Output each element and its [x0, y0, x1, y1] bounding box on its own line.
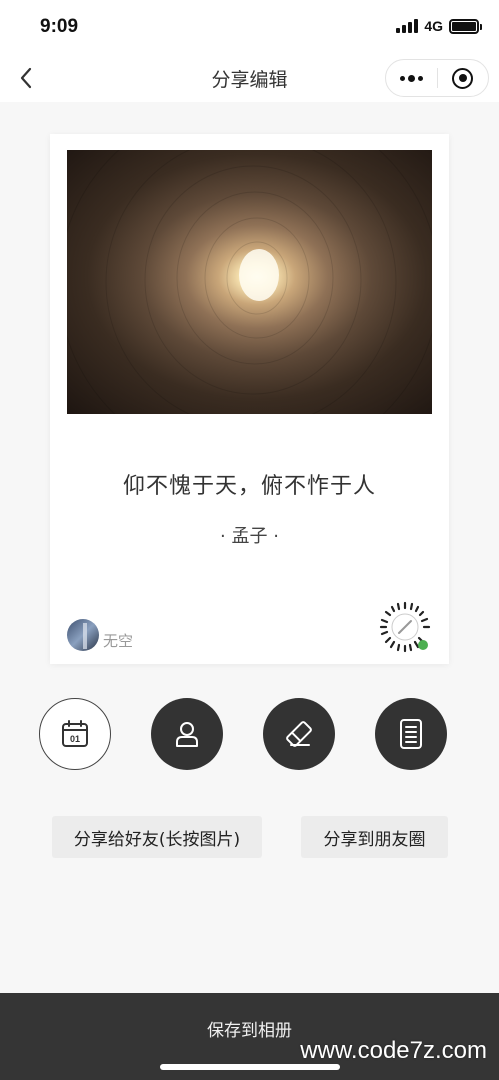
- network-type: 4G: [424, 18, 443, 34]
- eraser-icon: [286, 721, 312, 747]
- mini-program-code-icon: [378, 600, 432, 654]
- calendar-button[interactable]: 01: [39, 698, 111, 770]
- close-mini-program-button[interactable]: [438, 60, 489, 96]
- share-card: 仰不愧于天，俯不怍于人 · 孟子 · 无空: [50, 134, 449, 664]
- quote-text: 仰不愧于天，俯不怍于人: [122, 474, 376, 499]
- calendar-icon: 01: [62, 720, 88, 747]
- quote-author: · 孟子 ·: [220, 526, 279, 547]
- status-bar: 9:09 4G: [0, 0, 499, 56]
- navigation-bar: 分享编辑: [0, 56, 499, 102]
- more-icon: [399, 74, 423, 82]
- eraser-button[interactable]: [263, 698, 335, 770]
- mini-program-capsule: [385, 59, 489, 97]
- target-icon: [452, 67, 474, 89]
- username: 无空: [103, 632, 134, 650]
- share-to-moments-button[interactable]: 分享到朋友圈: [301, 816, 448, 858]
- document-icon: [400, 719, 422, 749]
- more-button[interactable]: [386, 60, 437, 96]
- battery-icon: [449, 18, 482, 34]
- status-icons: 4G: [396, 18, 482, 34]
- signal-icon: [396, 19, 419, 33]
- document-button[interactable]: [375, 698, 447, 770]
- watermark: www.code7z.com: [300, 1037, 487, 1064]
- avatar: [67, 619, 99, 651]
- user-icon: [176, 722, 198, 747]
- calendar-day: 01: [70, 734, 80, 744]
- status-time: 9:09: [40, 16, 79, 37]
- user-button[interactable]: [151, 698, 223, 770]
- card-photo: [67, 150, 432, 414]
- share-to-friend-button[interactable]: 分享给好友(长按图片): [52, 816, 262, 858]
